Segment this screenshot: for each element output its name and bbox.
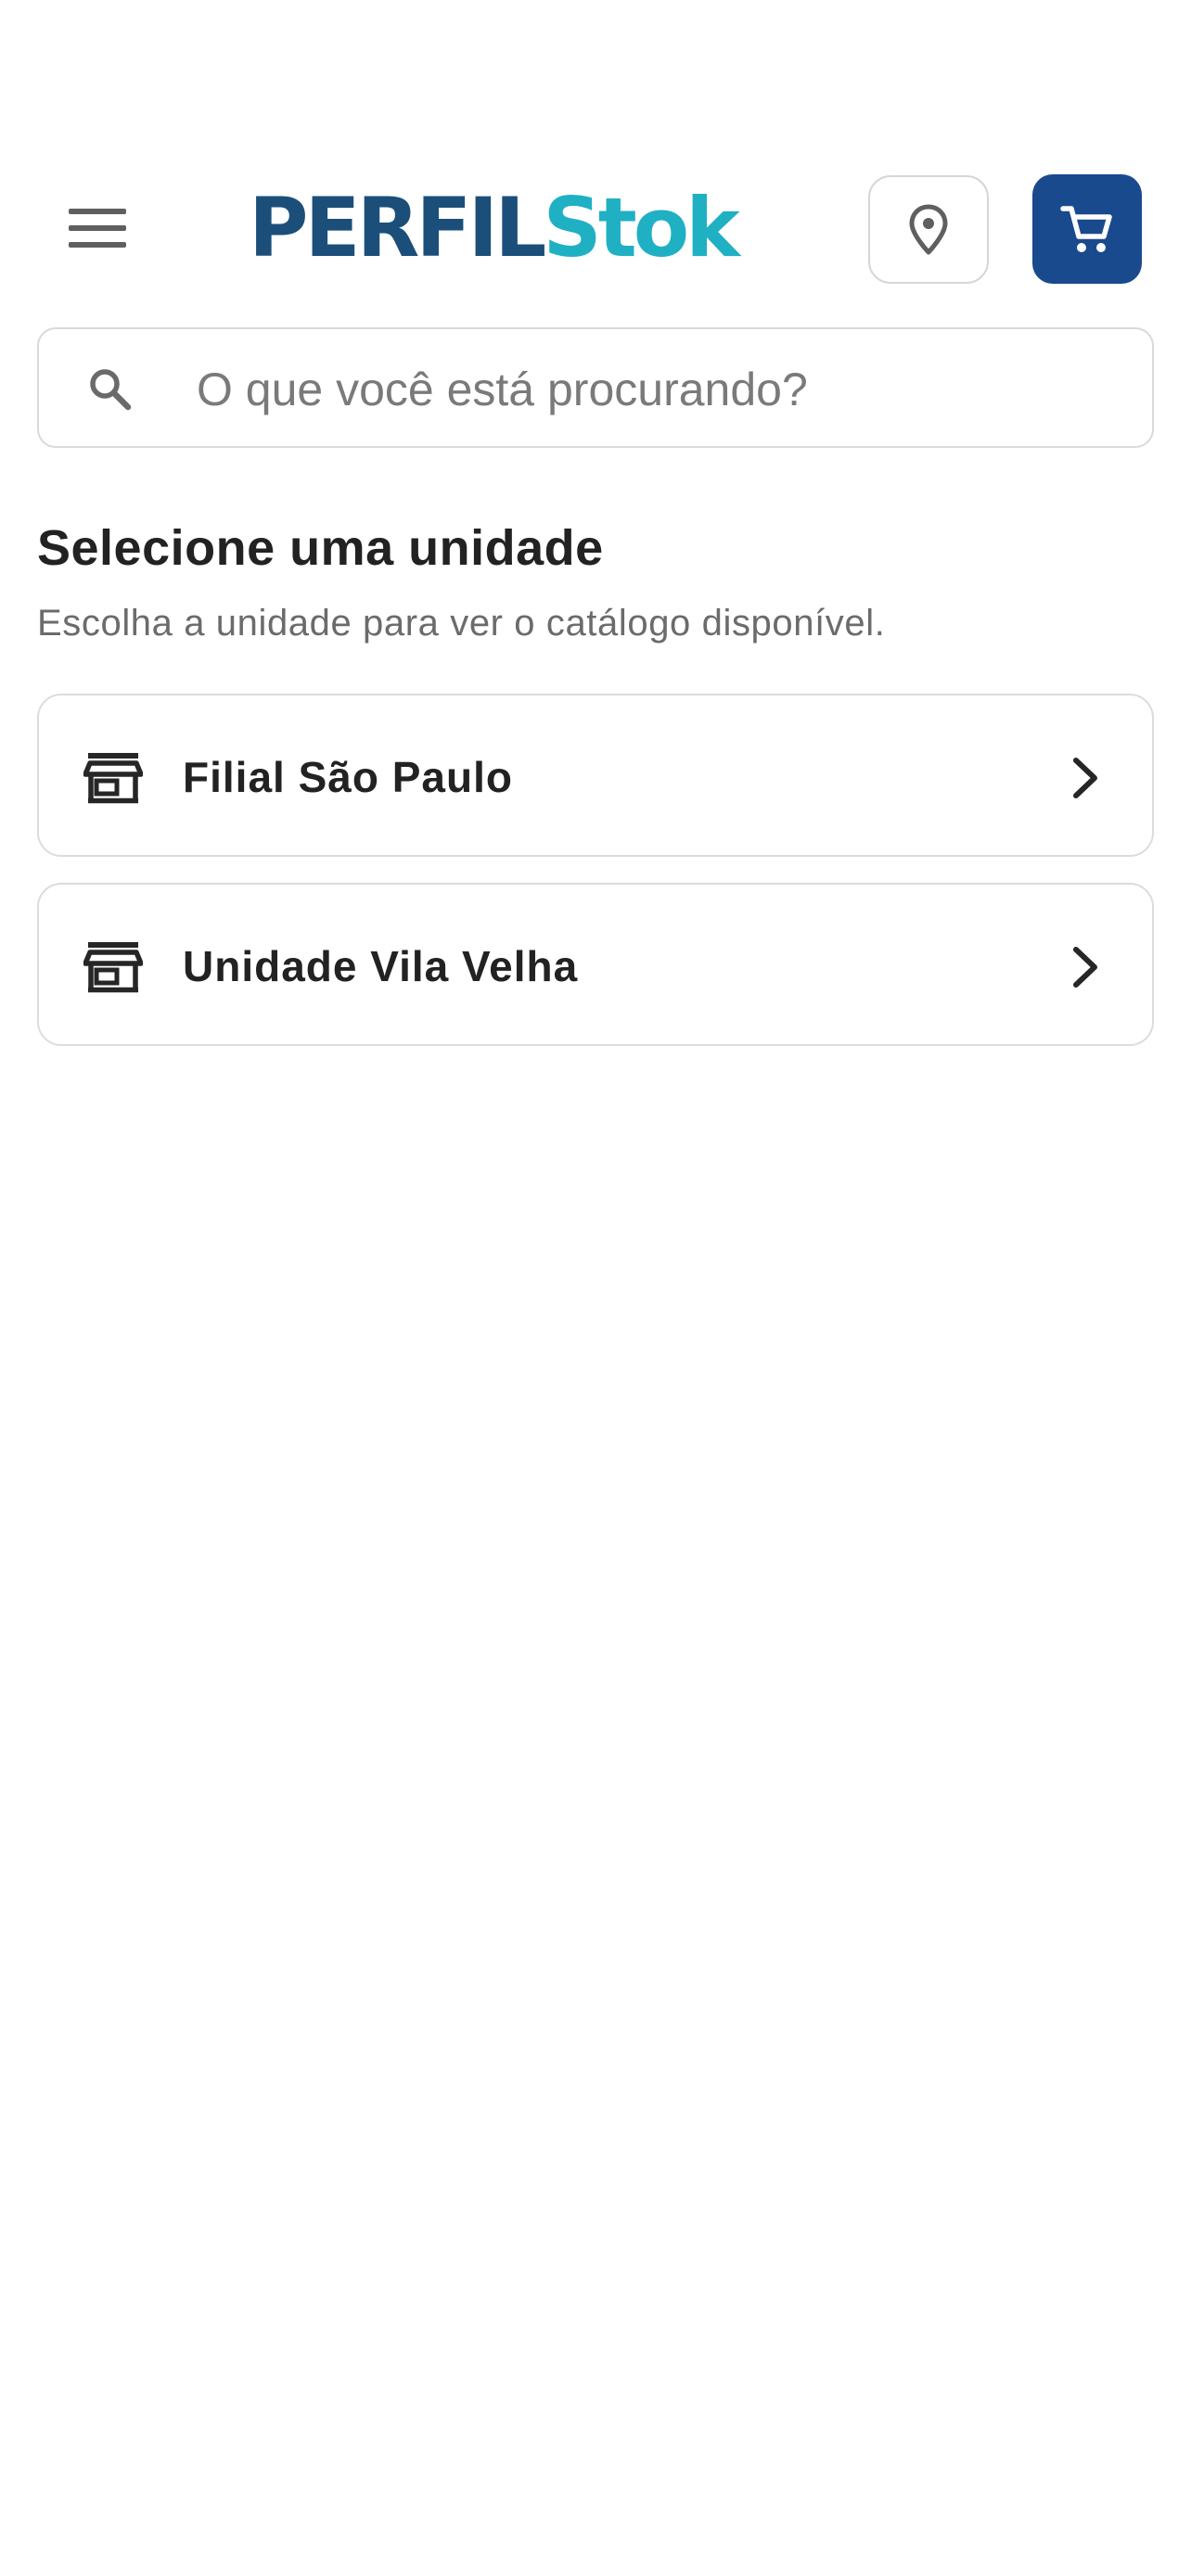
store-icon	[83, 753, 143, 804]
search-bar[interactable]	[37, 327, 1154, 448]
logo-text-stok: Stok	[543, 180, 739, 275]
section-subtitle: Escolha a unidade para ver o catálogo di…	[37, 603, 886, 644]
logo-text-perfil: PERFIL	[249, 180, 546, 275]
app-screen: PERFILStok Selecione uma unidade Escolha…	[0, 0, 1191, 2576]
store-icon	[83, 942, 143, 993]
menu-button[interactable]	[56, 191, 139, 265]
chevron-right-icon	[1073, 758, 1097, 798]
map-pin-icon	[909, 204, 948, 254]
section-title: Selecione uma unidade	[37, 520, 604, 576]
hamburger-menu-icon	[69, 209, 126, 248]
unit-item-filial-sao-paulo[interactable]: Filial São Paulo	[37, 694, 1154, 857]
unit-item-unidade-vila-velha[interactable]: Unidade Vila Velha	[37, 883, 1154, 1046]
unit-label: Unidade Vila Velha	[183, 942, 579, 990]
chevron-right-icon	[1073, 947, 1097, 988]
cart-button[interactable]	[1032, 174, 1142, 284]
location-button[interactable]	[868, 175, 989, 284]
unit-list: Filial São Paulo Unidade Vila Velha	[37, 694, 1154, 1072]
shopping-cart-icon	[1060, 206, 1112, 252]
search-input[interactable]	[197, 348, 1124, 431]
app-header: PERFIL Stok	[0, 172, 1191, 284]
brand-logo: PERFIL Stok	[249, 180, 740, 275]
unit-label: Filial São Paulo	[183, 753, 513, 801]
search-icon	[90, 369, 132, 411]
